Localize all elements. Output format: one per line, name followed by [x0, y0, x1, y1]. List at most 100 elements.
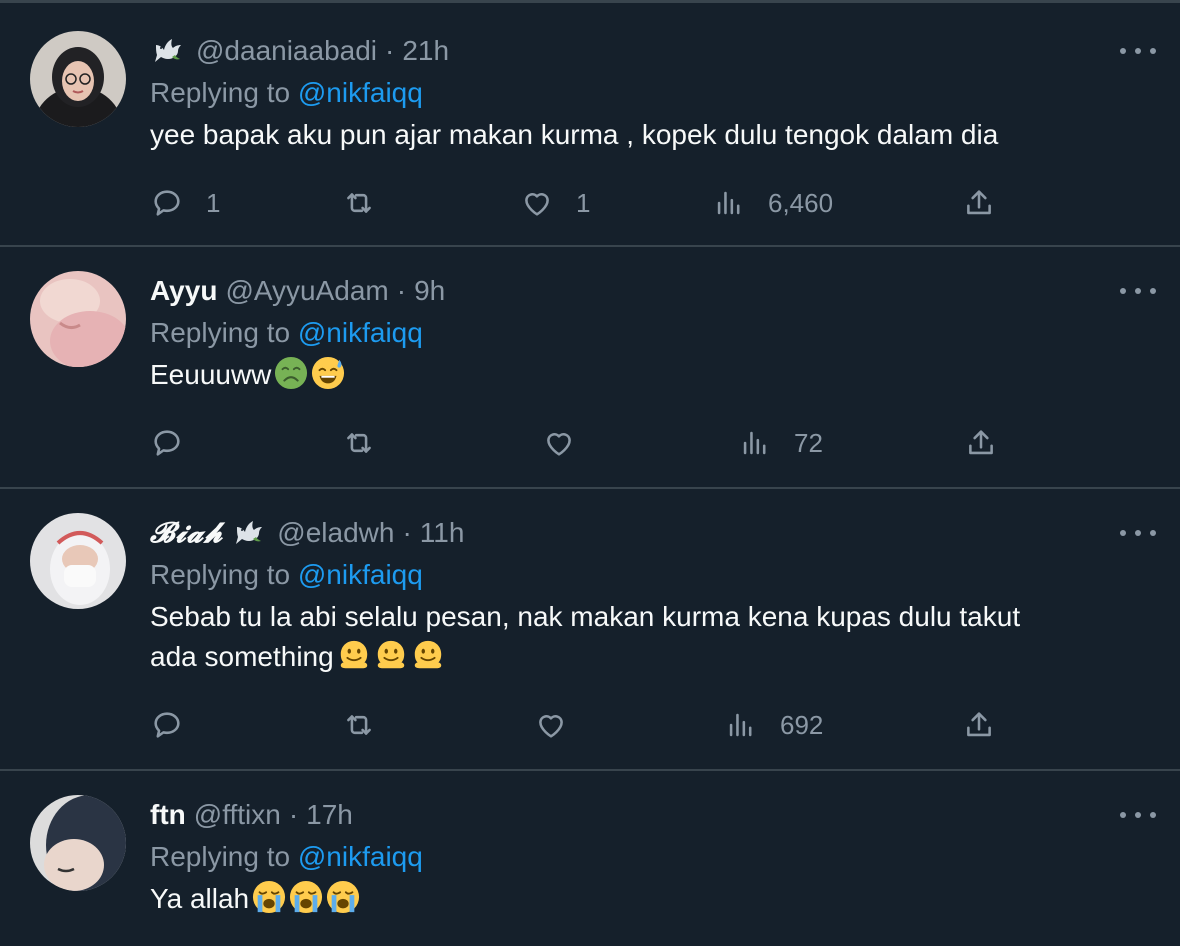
- replying-prefix: Replying to: [150, 317, 291, 348]
- tweet-fftixn[interactable]: ftn @fftixn · 17h Replying to @nikfaiqq …: [0, 771, 1180, 946]
- user-handle[interactable]: @daaniaabadi: [196, 35, 377, 67]
- replying-prefix: Replying to: [150, 841, 291, 872]
- views-button[interactable]: 72: [738, 421, 823, 465]
- reply-icon: [150, 426, 184, 460]
- tweet-text-line: ada something: [150, 637, 1110, 677]
- like-button[interactable]: 1: [520, 181, 590, 225]
- reply-button[interactable]: 1: [150, 181, 220, 225]
- tweet-text-content: Ya allah: [150, 883, 250, 914]
- share-icon: [962, 708, 996, 742]
- timestamp[interactable]: 11h: [420, 517, 465, 549]
- user-handle[interactable]: @eladwh: [277, 517, 394, 549]
- view-count: 692: [780, 709, 824, 740]
- avatar[interactable]: [30, 31, 126, 127]
- retweet-icon: [342, 708, 376, 742]
- separator-dot: ·: [385, 35, 395, 66]
- action-bar: 1 1 6,460: [150, 181, 1030, 225]
- reply-count: 1: [206, 187, 221, 218]
- more-options-icon[interactable]: [1120, 519, 1156, 547]
- reply-button[interactable]: [150, 421, 184, 465]
- dove-icon: [231, 515, 267, 551]
- retweet-icon: [342, 186, 376, 220]
- tweet-daaniaabadi[interactable]: @daaniaabadi · 21h Replying to @nikfaiqq…: [0, 3, 1180, 247]
- like-button[interactable]: [542, 421, 576, 465]
- more-options-icon[interactable]: [1120, 37, 1156, 65]
- reply-feed: @daaniaabadi · 21h Replying to @nikfaiqq…: [0, 0, 1180, 946]
- display-name[interactable]: 𝓑𝓲𝓪𝓱: [150, 516, 223, 550]
- tweet-header: ftn @fftixn · 17h: [150, 795, 1110, 835]
- melting-face-emoji: [374, 638, 408, 672]
- share-button[interactable]: [964, 421, 998, 465]
- replying-prefix: Replying to: [150, 77, 291, 108]
- dove-icon: [150, 33, 186, 69]
- view-count: 72: [794, 427, 823, 458]
- share-button[interactable]: [962, 181, 996, 225]
- like-icon: [542, 426, 576, 460]
- timestamp[interactable]: 9h: [414, 275, 445, 307]
- timestamp[interactable]: 17h: [306, 799, 353, 831]
- tweet-text: Ya allah: [150, 879, 1110, 919]
- tweet-text-content: Eeuuuww: [150, 359, 272, 390]
- like-icon: [534, 708, 568, 742]
- mention-link[interactable]: @nikfaiqq: [298, 841, 423, 872]
- like-count: 1: [576, 187, 591, 218]
- timestamp[interactable]: 21h: [402, 35, 449, 67]
- melting-face-emoji: [411, 638, 445, 672]
- tweet-header: 𝓑𝓲𝓪𝓱 @eladwh · 11h: [150, 513, 1110, 553]
- tweet-text-content: ada something: [150, 641, 334, 672]
- views-button[interactable]: 6,460: [712, 181, 833, 225]
- tweet-ayyuadam[interactable]: Ayyu @AyyuAdam · 9h Replying to @nikfaiq…: [0, 247, 1180, 489]
- tweet-text: Eeuuuww: [150, 355, 1110, 395]
- avatar[interactable]: [30, 513, 126, 609]
- more-options-icon[interactable]: [1120, 801, 1156, 829]
- reply-icon: [150, 186, 184, 220]
- action-bar: 692: [150, 703, 1030, 747]
- tweet-header: @daaniaabadi · 21h: [150, 31, 1110, 71]
- tweet-text: yee bapak aku pun ajar makan kurma , kop…: [150, 119, 999, 150]
- retweet-icon: [342, 426, 376, 460]
- mention-link[interactable]: @nikfaiqq: [298, 559, 423, 590]
- loudly-crying-face-emoji: [326, 880, 360, 914]
- avatar[interactable]: [30, 795, 126, 891]
- separator-dot: ·: [288, 799, 299, 830]
- tweet-text: Sebab tu la abi selalu pesan, nak makan …: [150, 597, 1110, 677]
- loudly-crying-face-emoji: [252, 880, 286, 914]
- separator-dot: ·: [402, 517, 412, 548]
- views-icon: [738, 426, 772, 460]
- display-name[interactable]: ftn: [150, 799, 186, 831]
- display-name[interactable]: Ayyu: [150, 275, 217, 307]
- tweet-header: Ayyu @AyyuAdam · 9h: [150, 271, 1110, 311]
- loudly-crying-face-emoji: [289, 880, 323, 914]
- reply-icon: [150, 708, 184, 742]
- more-options-icon[interactable]: [1120, 277, 1156, 305]
- view-count: 6,460: [768, 187, 834, 218]
- share-icon: [962, 186, 996, 220]
- replying-to: Replying to @nikfaiqq: [150, 311, 1110, 355]
- tweet-eladwh[interactable]: 𝓑𝓲𝓪𝓱 @eladwh · 11h Replying to @nikfaiqq…: [0, 489, 1180, 771]
- replying-to: Replying to @nikfaiqq: [150, 835, 1110, 879]
- like-button[interactable]: [534, 703, 568, 747]
- like-icon: [520, 186, 554, 220]
- views-icon: [724, 708, 758, 742]
- avatar[interactable]: [30, 271, 126, 367]
- action-bar: 72: [150, 421, 1030, 465]
- separator-dot: ·: [396, 275, 407, 306]
- replying-to: Replying to @nikfaiqq: [150, 71, 1110, 115]
- views-icon: [712, 186, 746, 220]
- retweet-button[interactable]: [342, 703, 376, 747]
- mention-link[interactable]: @nikfaiqq: [298, 317, 423, 348]
- grinning-sweat-emoji: [311, 356, 345, 390]
- tweet-text-line: Sebab tu la abi selalu pesan, nak makan …: [150, 601, 1021, 632]
- replying-to: Replying to @nikfaiqq: [150, 553, 1110, 597]
- share-button[interactable]: [962, 703, 996, 747]
- retweet-button[interactable]: [342, 421, 376, 465]
- replying-prefix: Replying to: [150, 559, 291, 590]
- reply-button[interactable]: [150, 703, 184, 747]
- mention-link[interactable]: @nikfaiqq: [298, 77, 423, 108]
- user-handle[interactable]: @fftixn: [194, 799, 281, 831]
- nauseated-face-emoji: [274, 356, 308, 390]
- share-icon: [964, 426, 998, 460]
- views-button[interactable]: 692: [724, 703, 823, 747]
- retweet-button[interactable]: [342, 181, 376, 225]
- user-handle[interactable]: @AyyuAdam: [225, 275, 388, 307]
